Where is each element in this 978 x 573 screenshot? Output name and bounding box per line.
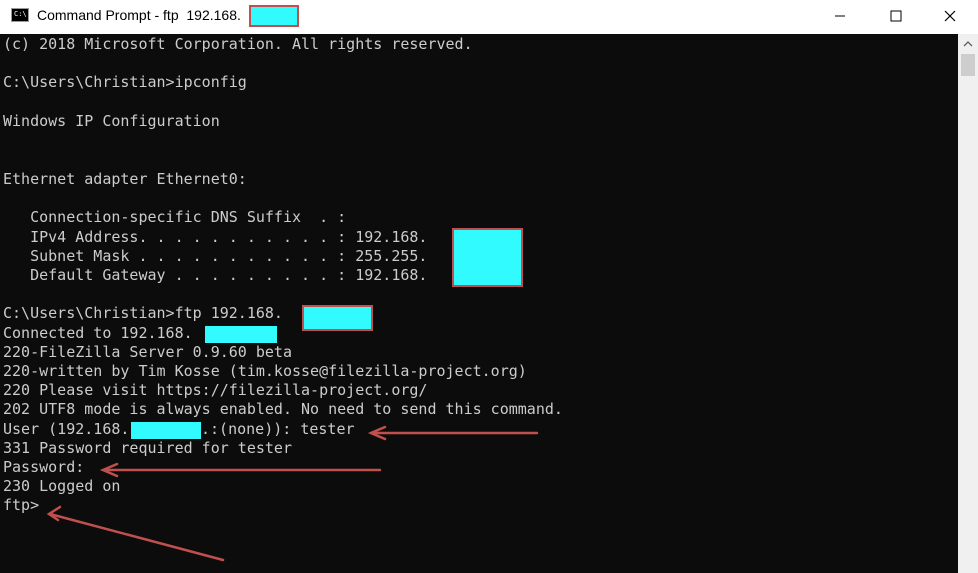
console-line: 202 UTF8 mode is always enabled. No need… [3,400,563,418]
close-icon [944,10,956,22]
console-line: 220-FileZilla Server 0.9.60 beta [3,343,292,361]
console-line: Subnet Mask . . . . . . . . . . . : 255.… [3,247,428,265]
console-line: 220 Please visit https://filezilla-proje… [3,381,428,399]
title-redaction [249,5,299,27]
ip-redaction [452,228,523,287]
cmd-icon[interactable]: C:\ [11,8,29,22]
ip-redaction [131,422,201,439]
maximize-button[interactable] [868,0,924,32]
ip-redaction [302,305,373,331]
minimize-icon [835,15,845,17]
console-line: C:\Users\Christian>ipconfig [3,73,247,91]
console-line: Password: [3,458,85,476]
console-line: Ethernet adapter Ethernet0: [3,170,247,188]
console-line: IPv4 Address. . . . . . . . . . . : 192.… [3,228,428,246]
scroll-thumb[interactable] [961,54,975,76]
console-line-suffix: .:(none)): tester [201,420,355,438]
console-line: C:\Users\Christian>ftp 192.168. [3,304,283,322]
console-line: Connected to 192.168. [3,324,193,342]
close-button[interactable] [922,0,978,32]
console-line: 331 Password required for tester [3,439,292,457]
console-line: Connection-specific DNS Suffix . : [3,208,347,226]
title-bar[interactable]: C:\ Command Prompt - ftp 192.168. [0,0,978,34]
window-title: Command Prompt - ftp 192.168. [37,7,241,23]
console-line: User (192.168. [3,420,130,438]
maximize-icon [890,10,902,22]
minimize-button[interactable] [812,0,868,32]
scroll-up-button[interactable] [958,36,978,52]
chevron-up-icon [963,41,973,47]
vertical-scrollbar[interactable] [958,34,978,573]
console-output[interactable]: (c) 2018 Microsoft Corporation. All righ… [0,34,958,573]
ip-redaction [205,326,277,343]
console-line: Windows IP Configuration [3,112,220,130]
cmd-icon-label: C:\ [14,10,27,18]
console-line: 220-written by Tim Kosse (tim.kosse@file… [3,362,527,380]
console-line: Default Gateway . . . . . . . . . : 192.… [3,266,428,284]
console-line: (c) 2018 Microsoft Corporation. All righ… [3,35,473,53]
console-line: 230 Logged on [3,477,121,495]
console-prompt[interactable]: ftp> [3,496,39,515]
